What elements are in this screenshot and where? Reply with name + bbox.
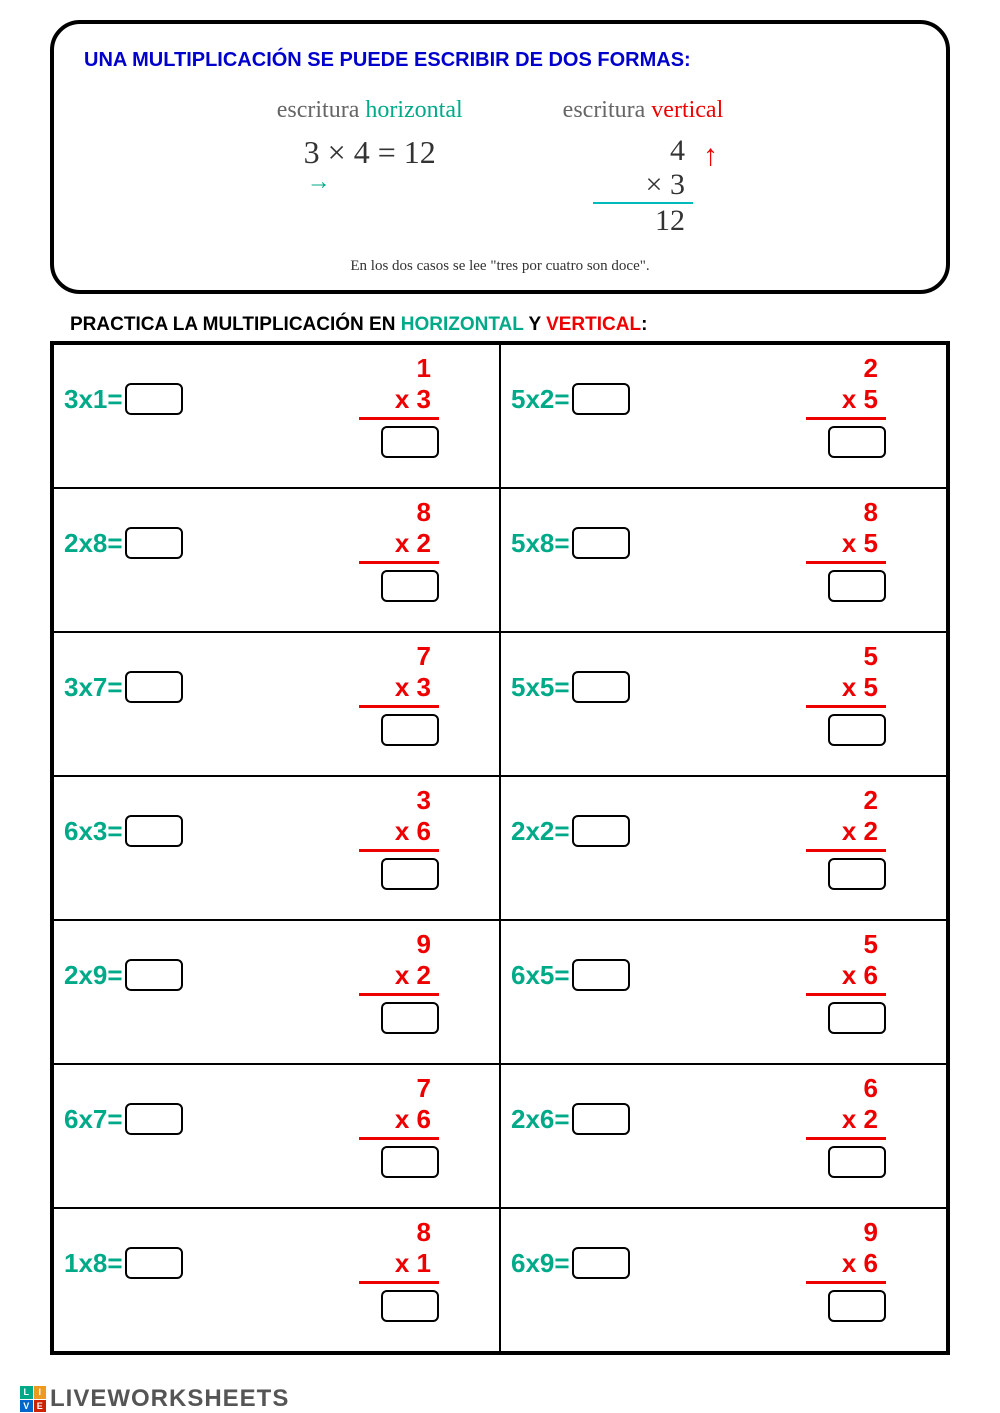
vertical-answer-input[interactable] — [381, 1146, 439, 1178]
horizontal-expression: 3x7= — [64, 672, 123, 703]
vertical-label: escritura vertical — [563, 97, 724, 124]
arrow-up-icon: ↑ — [703, 139, 718, 173]
practice-cell: 6x7= 7x 6 — [54, 1065, 499, 1207]
horizontal-expression: 5x5= — [511, 672, 570, 703]
vertical-expression: 8x 1 — [359, 1217, 439, 1322]
vertical-answer-input[interactable] — [381, 426, 439, 458]
practice-cell: 3x1= 1x 3 — [54, 345, 499, 487]
horizontal-expression: 2x9= — [64, 960, 123, 991]
vertical-expression: 7x 3 — [359, 641, 439, 746]
logo-icon: LI VE — [20, 1386, 46, 1412]
horizontal-expression: 6x3= — [64, 816, 123, 847]
vertical-answer-input[interactable] — [381, 570, 439, 602]
horizontal-expression: 5x2= — [511, 384, 570, 415]
horizontal-answer-input[interactable] — [572, 959, 630, 991]
horizontal-answer-input[interactable] — [572, 1247, 630, 1279]
horizontal-answer-input[interactable] — [125, 1247, 183, 1279]
horizontal-answer-input[interactable] — [125, 671, 183, 703]
practice-cell: 6x5= 5x 6 — [501, 921, 946, 1063]
practice-cell: 5x5= 5x 5 — [501, 633, 946, 775]
arrow-right-icon: → — [307, 169, 331, 196]
vertical-expression: 8x 2 — [359, 497, 439, 602]
horizontal-expression: 5x8= — [511, 528, 570, 559]
vertical-expression: 8x 5 — [806, 497, 886, 602]
horizontal-expression: 3x1= — [64, 384, 123, 415]
horizontal-expression: 2x6= — [511, 1104, 570, 1135]
vertical-answer-input[interactable] — [828, 714, 886, 746]
horizontal-answer-input[interactable] — [572, 1103, 630, 1135]
horizontal-expression: 2x2= — [511, 816, 570, 847]
vertical-expression: 1x 3 — [359, 353, 439, 458]
explain-footnote: En los dos casos se lee "tres por cuatro… — [84, 258, 916, 275]
vertical-answer-input[interactable] — [828, 1146, 886, 1178]
horizontal-answer-input[interactable] — [125, 959, 183, 991]
vertical-expression: 9x 6 — [806, 1217, 886, 1322]
explain-title: UNA MULTIPLICACIÓN SE PUEDE ESCRIBIR DE … — [84, 49, 916, 72]
vertical-answer-input[interactable] — [828, 1002, 886, 1034]
horizontal-answer-input[interactable] — [125, 815, 183, 847]
vertical-answer-input[interactable] — [381, 858, 439, 890]
practice-grid: 3x1= 1x 3 5x2= 2x 5 2x8= 8x 2 5x8= 8x 5 3x7= 7x 3… — [50, 341, 950, 1355]
horizontal-answer-input[interactable] — [572, 527, 630, 559]
vertical-expression: 3x 6 — [359, 785, 439, 890]
practice-title: PRACTICA LA MULTIPLICACIÓN EN HORIZONTAL… — [70, 314, 950, 336]
practice-cell: 5x8= 8x 5 — [501, 489, 946, 631]
vertical-expression: 7x 6 — [359, 1073, 439, 1178]
vertical-answer-input[interactable] — [381, 1290, 439, 1322]
vertical-answer-input[interactable] — [828, 1290, 886, 1322]
vertical-answer-input[interactable] — [381, 1002, 439, 1034]
vertical-answer-input[interactable] — [828, 570, 886, 602]
practice-cell: 6x9= 9x 6 — [501, 1209, 946, 1351]
horizontal-example: 3 × 4 = 12 → — [277, 134, 463, 171]
vertical-expression: 5x 6 — [806, 929, 886, 1034]
practice-cell: 2x6= 6x 2 — [501, 1065, 946, 1207]
vertical-answer-input[interactable] — [828, 426, 886, 458]
vertical-expression: 9x 2 — [359, 929, 439, 1034]
vertical-expression: 6x 2 — [806, 1073, 886, 1178]
footer-text: LIVEWORKSHEETS — [50, 1385, 289, 1413]
horizontal-answer-input[interactable] — [572, 383, 630, 415]
vertical-answer-input[interactable] — [828, 858, 886, 890]
explanation-box: UNA MULTIPLICACIÓN SE PUEDE ESCRIBIR DE … — [50, 20, 950, 294]
footer: LI VE LIVEWORKSHEETS — [0, 1385, 1000, 1413]
vertical-expression: 2x 2 — [806, 785, 886, 890]
practice-cell: 3x7= 7x 3 — [54, 633, 499, 775]
horizontal-label: escritura horizontal — [277, 97, 463, 124]
horizontal-answer-input[interactable] — [572, 671, 630, 703]
horizontal-expression: 6x9= — [511, 1248, 570, 1279]
vertical-answer-input[interactable] — [381, 714, 439, 746]
horizontal-answer-input[interactable] — [125, 383, 183, 415]
practice-cell: 1x8= 8x 1 — [54, 1209, 499, 1351]
horizontal-answer-input[interactable] — [125, 527, 183, 559]
horizontal-expression: 1x8= — [64, 1248, 123, 1279]
vertical-example: 4 × 3 12 ↑ — [593, 134, 693, 238]
horizontal-expression: 2x8= — [64, 528, 123, 559]
practice-cell: 2x9= 9x 2 — [54, 921, 499, 1063]
horizontal-expression: 6x7= — [64, 1104, 123, 1135]
practice-cell: 6x3= 3x 6 — [54, 777, 499, 919]
horizontal-answer-input[interactable] — [572, 815, 630, 847]
practice-cell: 2x2= 2x 2 — [501, 777, 946, 919]
practice-cell: 2x8= 8x 2 — [54, 489, 499, 631]
vertical-expression: 5x 5 — [806, 641, 886, 746]
horizontal-expression: 6x5= — [511, 960, 570, 991]
vertical-expression: 2x 5 — [806, 353, 886, 458]
practice-cell: 5x2= 2x 5 — [501, 345, 946, 487]
horizontal-answer-input[interactable] — [125, 1103, 183, 1135]
